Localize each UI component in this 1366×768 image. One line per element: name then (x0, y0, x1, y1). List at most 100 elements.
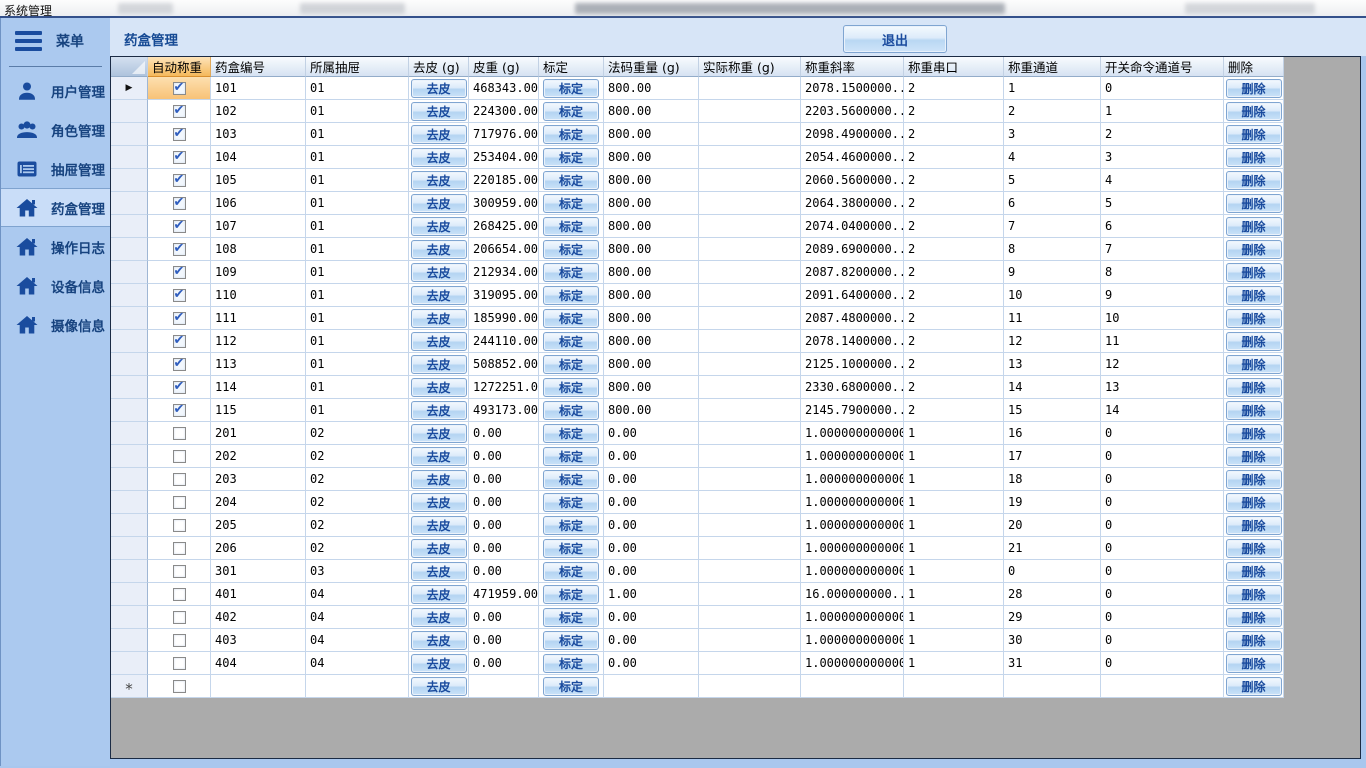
tare-weight-cell[interactable]: 244110.00 (469, 330, 539, 353)
standard-weight-cell[interactable]: 0.00 (604, 652, 699, 675)
box-number-cell[interactable]: 401 (211, 583, 306, 606)
drawer-cell[interactable]: 02 (306, 468, 409, 491)
serial-port-cell[interactable]: 2 (904, 399, 1004, 422)
standard-weight-cell[interactable]: 0.00 (604, 468, 699, 491)
actual-weight-cell[interactable] (699, 261, 801, 284)
slope-cell[interactable]: 1.0000000000000 (801, 537, 904, 560)
tare-weight-cell[interactable]: 300959.00 (469, 192, 539, 215)
channel-cell[interactable]: 12 (1004, 330, 1101, 353)
switch-channel-cell[interactable]: 1 (1101, 100, 1224, 123)
calibrate-button[interactable]: 标定 (543, 286, 599, 305)
serial-port-cell[interactable]: 1 (904, 514, 1004, 537)
box-number-cell[interactable]: 201 (211, 422, 306, 445)
tare-button[interactable]: 去皮 (411, 677, 467, 696)
drawer-cell[interactable]: 01 (306, 238, 409, 261)
switch-channel-cell[interactable]: 14 (1101, 399, 1224, 422)
delete-button[interactable]: 删除 (1226, 424, 1282, 443)
tare-weight-cell[interactable]: 319095.00 (469, 284, 539, 307)
standard-weight-cell[interactable]: 0.00 (604, 422, 699, 445)
delete-button[interactable]: 删除 (1226, 585, 1282, 604)
delete-button[interactable]: 删除 (1226, 217, 1282, 236)
tare-button[interactable]: 去皮 (411, 516, 467, 535)
tare-weight-cell[interactable]: 0.00 (469, 468, 539, 491)
serial-port-cell[interactable]: 1 (904, 537, 1004, 560)
slope-cell[interactable]: 2125.1000000... (801, 353, 904, 376)
tare-button[interactable]: 去皮 (411, 447, 467, 466)
row-selector[interactable] (111, 215, 148, 238)
auto-weigh-checkbox[interactable] (173, 105, 186, 118)
standard-weight-cell[interactable]: 800.00 (604, 399, 699, 422)
sidebar-item-camera-info[interactable]: 摄像信息 (1, 305, 110, 344)
calibrate-button[interactable]: 标定 (543, 677, 599, 696)
calibrate-button[interactable]: 标定 (543, 493, 599, 512)
tare-button[interactable]: 去皮 (411, 286, 467, 305)
actual-weight-cell[interactable] (699, 560, 801, 583)
column-header-drawer[interactable]: 所属抽屉 (306, 57, 409, 77)
calibrate-button[interactable]: 标定 (543, 470, 599, 489)
delete-button[interactable]: 删除 (1226, 677, 1282, 696)
drawer-cell[interactable]: 01 (306, 100, 409, 123)
tare-weight-cell[interactable]: 220185.00 (469, 169, 539, 192)
serial-port-cell[interactable]: 2 (904, 307, 1004, 330)
sidebar-item-user-management[interactable]: 用户管理 (1, 71, 110, 110)
switch-channel-cell[interactable]: 2 (1101, 123, 1224, 146)
serial-port-cell[interactable]: 1 (904, 629, 1004, 652)
channel-cell[interactable]: 10 (1004, 284, 1101, 307)
slope-cell[interactable]: 2203.5600000... (801, 100, 904, 123)
actual-weight-cell[interactable] (699, 537, 801, 560)
slope-cell[interactable]: 2078.1500000... (801, 77, 904, 100)
switch-channel-cell[interactable]: 0 (1101, 514, 1224, 537)
standard-weight-cell[interactable] (604, 675, 699, 698)
standard-weight-cell[interactable]: 800.00 (604, 146, 699, 169)
channel-cell[interactable]: 31 (1004, 652, 1101, 675)
row-selector[interactable] (111, 376, 148, 399)
channel-cell[interactable]: 15 (1004, 399, 1101, 422)
delete-button[interactable]: 删除 (1226, 654, 1282, 673)
switch-channel-cell[interactable]: 9 (1101, 284, 1224, 307)
actual-weight-cell[interactable] (699, 146, 801, 169)
switch-channel-cell[interactable]: 0 (1101, 606, 1224, 629)
channel-cell[interactable]: 7 (1004, 215, 1101, 238)
actual-weight-cell[interactable] (699, 353, 801, 376)
slope-cell[interactable]: 2087.8200000... (801, 261, 904, 284)
box-number-cell[interactable]: 203 (211, 468, 306, 491)
switch-channel-cell[interactable]: 3 (1101, 146, 1224, 169)
tare-button[interactable]: 去皮 (411, 585, 467, 604)
column-header-channel[interactable]: 称重通道 (1004, 57, 1101, 77)
serial-port-cell[interactable]: 1 (904, 445, 1004, 468)
calibrate-button[interactable]: 标定 (543, 539, 599, 558)
row-selector[interactable] (111, 399, 148, 422)
serial-port-cell[interactable]: 1 (904, 583, 1004, 606)
drawer-cell[interactable]: 02 (306, 537, 409, 560)
switch-channel-cell[interactable] (1101, 675, 1224, 698)
tare-button[interactable]: 去皮 (411, 217, 467, 236)
column-header-slope[interactable]: 称重斜率 (801, 57, 904, 77)
delete-button[interactable]: 删除 (1226, 562, 1282, 581)
drawer-cell[interactable]: 01 (306, 146, 409, 169)
channel-cell[interactable]: 18 (1004, 468, 1101, 491)
auto-weigh-checkbox[interactable] (173, 657, 186, 670)
tare-weight-cell[interactable]: 268425.00 (469, 215, 539, 238)
tare-button[interactable]: 去皮 (411, 102, 467, 121)
row-selector[interactable] (111, 560, 148, 583)
switch-channel-cell[interactable]: 5 (1101, 192, 1224, 215)
column-header-actual-weight[interactable]: 实际称重 (g) (699, 57, 801, 77)
tare-weight-cell[interactable]: 212934.00 (469, 261, 539, 284)
auto-weigh-checkbox[interactable] (173, 335, 186, 348)
box-number-cell[interactable]: 301 (211, 560, 306, 583)
row-selector[interactable] (111, 238, 148, 261)
drawer-cell[interactable]: 01 (306, 77, 409, 100)
channel-cell[interactable]: 30 (1004, 629, 1101, 652)
box-number-cell[interactable]: 102 (211, 100, 306, 123)
delete-button[interactable]: 删除 (1226, 378, 1282, 397)
drawer-cell[interactable]: 01 (306, 330, 409, 353)
row-selector[interactable] (111, 146, 148, 169)
drawer-cell[interactable]: 03 (306, 560, 409, 583)
delete-button[interactable]: 删除 (1226, 194, 1282, 213)
tare-weight-cell[interactable]: 0.00 (469, 629, 539, 652)
calibrate-button[interactable]: 标定 (543, 355, 599, 374)
actual-weight-cell[interactable] (699, 514, 801, 537)
tare-button[interactable]: 去皮 (411, 148, 467, 167)
slope-cell[interactable]: 2054.4600000... (801, 146, 904, 169)
actual-weight-cell[interactable] (699, 468, 801, 491)
